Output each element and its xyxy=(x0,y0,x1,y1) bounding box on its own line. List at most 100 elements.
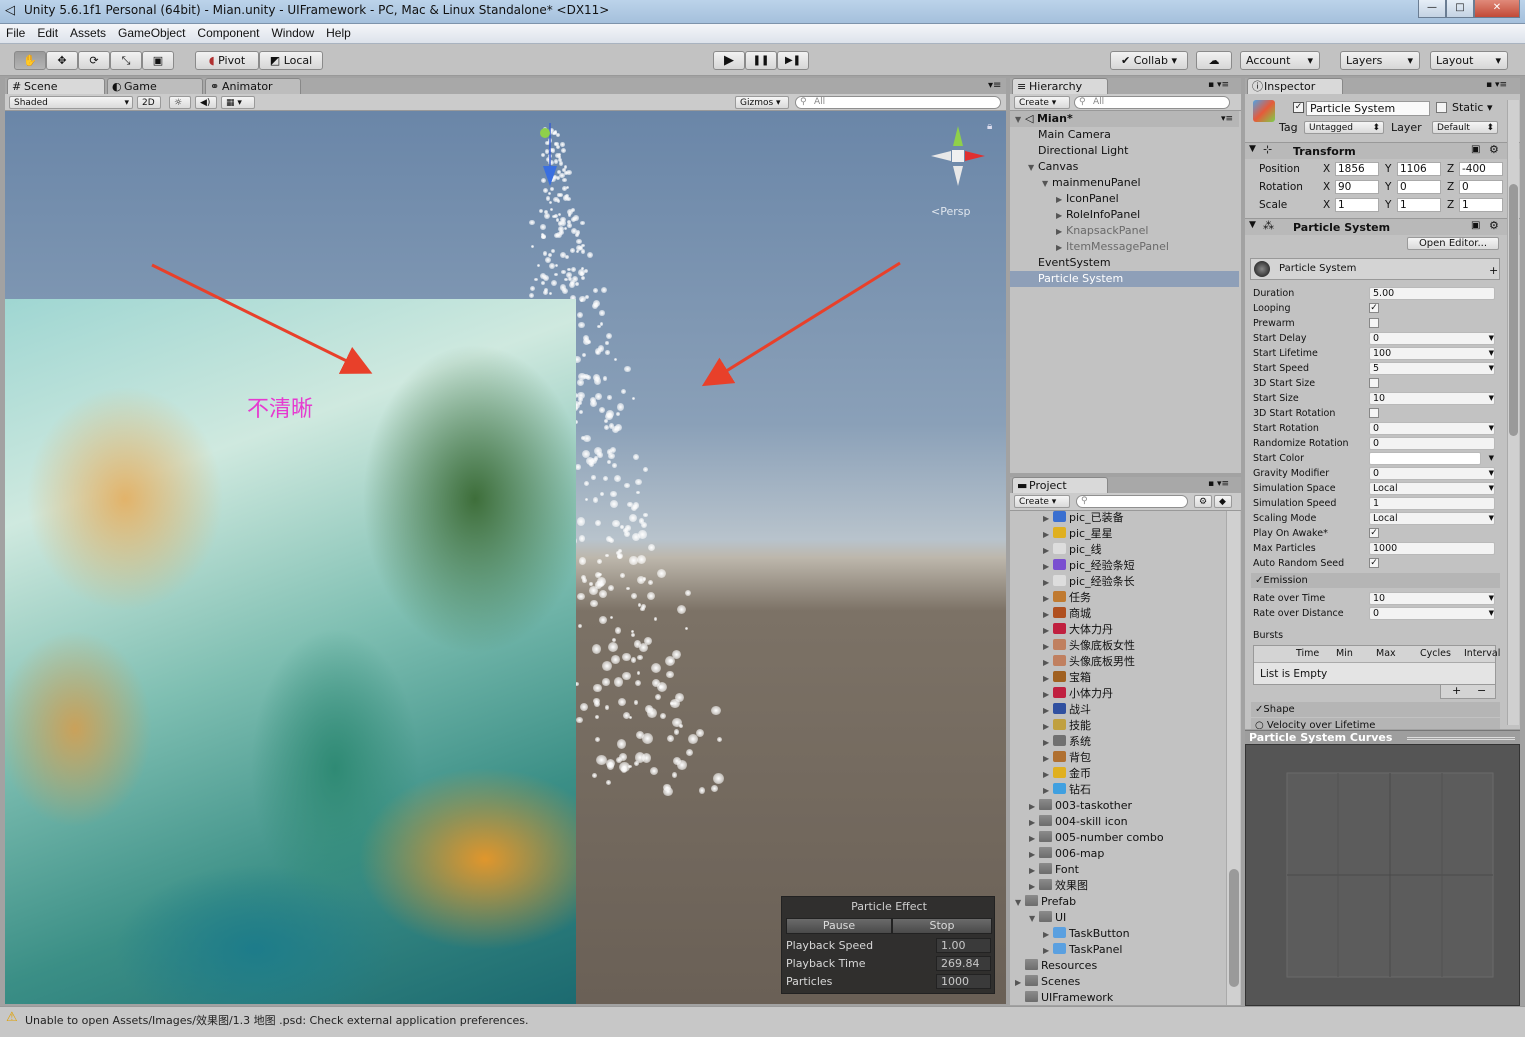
minimize-button[interactable]: — xyxy=(1418,0,1446,18)
curve-mode-dropdown-icon[interactable]: ▼ xyxy=(1489,481,1494,496)
active-checkbox[interactable]: ✓ xyxy=(1293,102,1304,113)
project-scrollbar-thumb[interactable] xyxy=(1229,869,1239,987)
property-field[interactable]: 0 xyxy=(1369,332,1495,345)
project-item[interactable]: ▶ 头像底板男性 xyxy=(1043,654,1135,670)
project-item[interactable]: ▶ pic_线 xyxy=(1043,542,1102,558)
foldout-icon[interactable]: ▶ xyxy=(1043,527,1053,543)
project-item[interactable]: ▶ 大体力丹 xyxy=(1043,622,1113,638)
layer-dropdown[interactable]: Default ⬍ xyxy=(1432,121,1498,134)
foldout-icon[interactable]: ▶ xyxy=(1015,975,1025,991)
scene-menu-icon[interactable]: ▾≡ xyxy=(1221,111,1233,127)
account-dropdown[interactable]: Account ▾ xyxy=(1240,51,1320,70)
maximize-button[interactable]: □ xyxy=(1446,0,1474,18)
help-icon[interactable]: ▣ xyxy=(1471,220,1480,231)
menu-window[interactable]: Window xyxy=(265,24,320,42)
foldout-icon[interactable]: ▶ xyxy=(1043,783,1053,799)
curves-editor[interactable] xyxy=(1245,744,1520,1006)
project-scrollbar[interactable] xyxy=(1226,511,1240,1005)
project-item[interactable]: ▶ pic_已装备 xyxy=(1043,511,1124,526)
gear-icon[interactable]: ⚙ xyxy=(1489,219,1499,232)
transform-x-field[interactable]: 1856 xyxy=(1335,162,1379,176)
inspector-scrollbar-thumb[interactable] xyxy=(1509,184,1518,436)
hierarchy-item[interactable]: Directional Light xyxy=(1010,143,1239,159)
project-item[interactable]: ▶ 效果图 xyxy=(1029,878,1088,894)
remove-burst-button[interactable]: − xyxy=(1477,685,1486,697)
property-checkbox[interactable] xyxy=(1369,378,1379,388)
playback-time-field[interactable]: 269.84 xyxy=(936,956,991,971)
menu-help[interactable]: Help xyxy=(320,24,357,42)
status-bar[interactable]: ⚠ Unable to open Assets/Images/效果图/1.3 地… xyxy=(0,1006,1525,1037)
foldout-icon[interactable]: ▶ xyxy=(1043,575,1053,591)
foldout-icon[interactable]: ▶ xyxy=(1056,224,1066,240)
static-checkbox[interactable] xyxy=(1436,102,1447,113)
project-item[interactable]: ▶ 头像底板女性 xyxy=(1043,638,1135,654)
foldout-icon[interactable]: ▶ xyxy=(1043,591,1053,607)
hierarchy-item[interactable]: ▼ Canvas xyxy=(1010,159,1239,175)
curves-drag-handle[interactable] xyxy=(1407,737,1515,740)
tab-inspector[interactable]: ⓘ Inspector xyxy=(1247,78,1343,95)
property-field[interactable]: 0 xyxy=(1369,467,1495,480)
hierarchy-item[interactable]: EventSystem xyxy=(1010,255,1239,271)
effects-dropdown[interactable]: ▦ ▾ xyxy=(221,96,255,109)
foldout-icon[interactable]: ▶ xyxy=(1043,655,1053,671)
project-item[interactable]: ▶ pic_经验条长 xyxy=(1043,574,1135,590)
foldout-icon[interactable]: ▼ xyxy=(1029,911,1039,927)
project-item[interactable]: ▶ 004-skill icon xyxy=(1029,814,1128,830)
foldout-icon[interactable]: ▶ xyxy=(1043,943,1053,959)
foldout-icon[interactable]: ▶ xyxy=(1043,511,1053,527)
project-item[interactable]: ▶ 任务 xyxy=(1043,590,1091,606)
curve-mode-dropdown-icon[interactable]: ▼ xyxy=(1489,331,1494,346)
tab-animator[interactable]: ⚭ Animator xyxy=(205,78,301,95)
curve-mode-dropdown-icon[interactable]: ▼ xyxy=(1489,451,1494,466)
hierarchy-search-input[interactable]: ⚲ All xyxy=(1074,96,1230,109)
playback-speed-field[interactable]: 1.00 xyxy=(936,938,991,953)
add-burst-button[interactable]: + xyxy=(1452,685,1461,697)
foldout-icon[interactable]: ▶ xyxy=(1029,831,1039,847)
transform-header[interactable]: ▼ ⊹ Transform ▣ ⚙ xyxy=(1245,142,1520,159)
pivot-toggle[interactable]: ◖ Pivot xyxy=(195,51,259,70)
foldout-icon[interactable]: ▶ xyxy=(1043,687,1053,703)
transform-y-field[interactable]: 1106 xyxy=(1397,162,1441,176)
project-item[interactable]: ▶ 003-taskother xyxy=(1029,798,1132,814)
foldout-icon[interactable]: ▶ xyxy=(1043,543,1053,559)
scene-view[interactable]: 不清晰 <Persp 🔒︎ Particle Effect Pause Stop… xyxy=(5,111,1006,1004)
orientation-gizmo[interactable]: <Persp xyxy=(923,121,993,218)
close-button[interactable]: ✕ xyxy=(1474,0,1520,18)
tab-project[interactable]: ▬ Project xyxy=(1012,477,1108,494)
project-item[interactable]: ▶ 005-number combo xyxy=(1029,830,1164,846)
start-color-swatch[interactable] xyxy=(1369,452,1481,465)
curve-mode-dropdown-icon[interactable]: ▼ xyxy=(1489,466,1494,481)
project-item[interactable]: ▼ Prefab xyxy=(1015,894,1076,910)
tab-game[interactable]: ◐ Game xyxy=(107,78,203,95)
project-item[interactable]: ▶ Font xyxy=(1029,862,1079,878)
curve-mode-dropdown-icon[interactable]: ▼ xyxy=(1489,606,1494,621)
particle-module-header[interactable]: Particle System + xyxy=(1250,258,1500,280)
emission-module-header[interactable]: ✓Emission xyxy=(1251,573,1500,588)
foldout-icon[interactable]: ▶ xyxy=(1056,240,1066,256)
foldout-icon[interactable]: ▶ xyxy=(1029,799,1039,815)
shape-module-header[interactable]: ✓Shape xyxy=(1251,702,1500,717)
project-item[interactable]: ▶ TaskPanel xyxy=(1043,942,1122,958)
project-item[interactable]: ▶ TaskButton xyxy=(1043,926,1130,942)
project-item[interactable]: Resources xyxy=(1015,958,1097,974)
curve-mode-dropdown-icon[interactable]: ▼ xyxy=(1489,591,1494,606)
curve-mode-dropdown-icon[interactable]: ▼ xyxy=(1489,361,1494,376)
project-item[interactable]: ▶ 小体力丹 xyxy=(1043,686,1113,702)
add-module-icon[interactable]: + xyxy=(1489,264,1498,277)
filter-by-label-button[interactable]: ◆ xyxy=(1214,495,1232,508)
tab-hierarchy[interactable]: ≡ Hierarchy xyxy=(1012,78,1108,95)
layers-dropdown[interactable]: Layers ▾ xyxy=(1340,51,1420,70)
hierarchy-item[interactable]: ▶ ItemMessagePanel xyxy=(1010,239,1239,255)
curve-mode-dropdown-icon[interactable]: ▼ xyxy=(1489,346,1494,361)
rect-tool-button[interactable]: ▣ xyxy=(142,51,174,70)
scene-root[interactable]: ▼ ◁ Mian* ▾≡ xyxy=(1010,111,1239,127)
foldout-icon[interactable]: ▶ xyxy=(1029,863,1039,879)
foldout-icon[interactable]: ▶ xyxy=(1043,671,1053,687)
property-field[interactable]: 0 xyxy=(1369,437,1495,450)
move-tool-button[interactable]: ✥ xyxy=(46,51,78,70)
project-item[interactable]: ▶ 战斗 xyxy=(1043,702,1091,718)
object-name-field[interactable]: Particle System xyxy=(1306,101,1430,116)
project-item[interactable]: ▶ 技能 xyxy=(1043,718,1091,734)
property-field[interactable]: 0 xyxy=(1369,422,1495,435)
hierarchy-item[interactable]: ▶ RoleInfoPanel xyxy=(1010,207,1239,223)
